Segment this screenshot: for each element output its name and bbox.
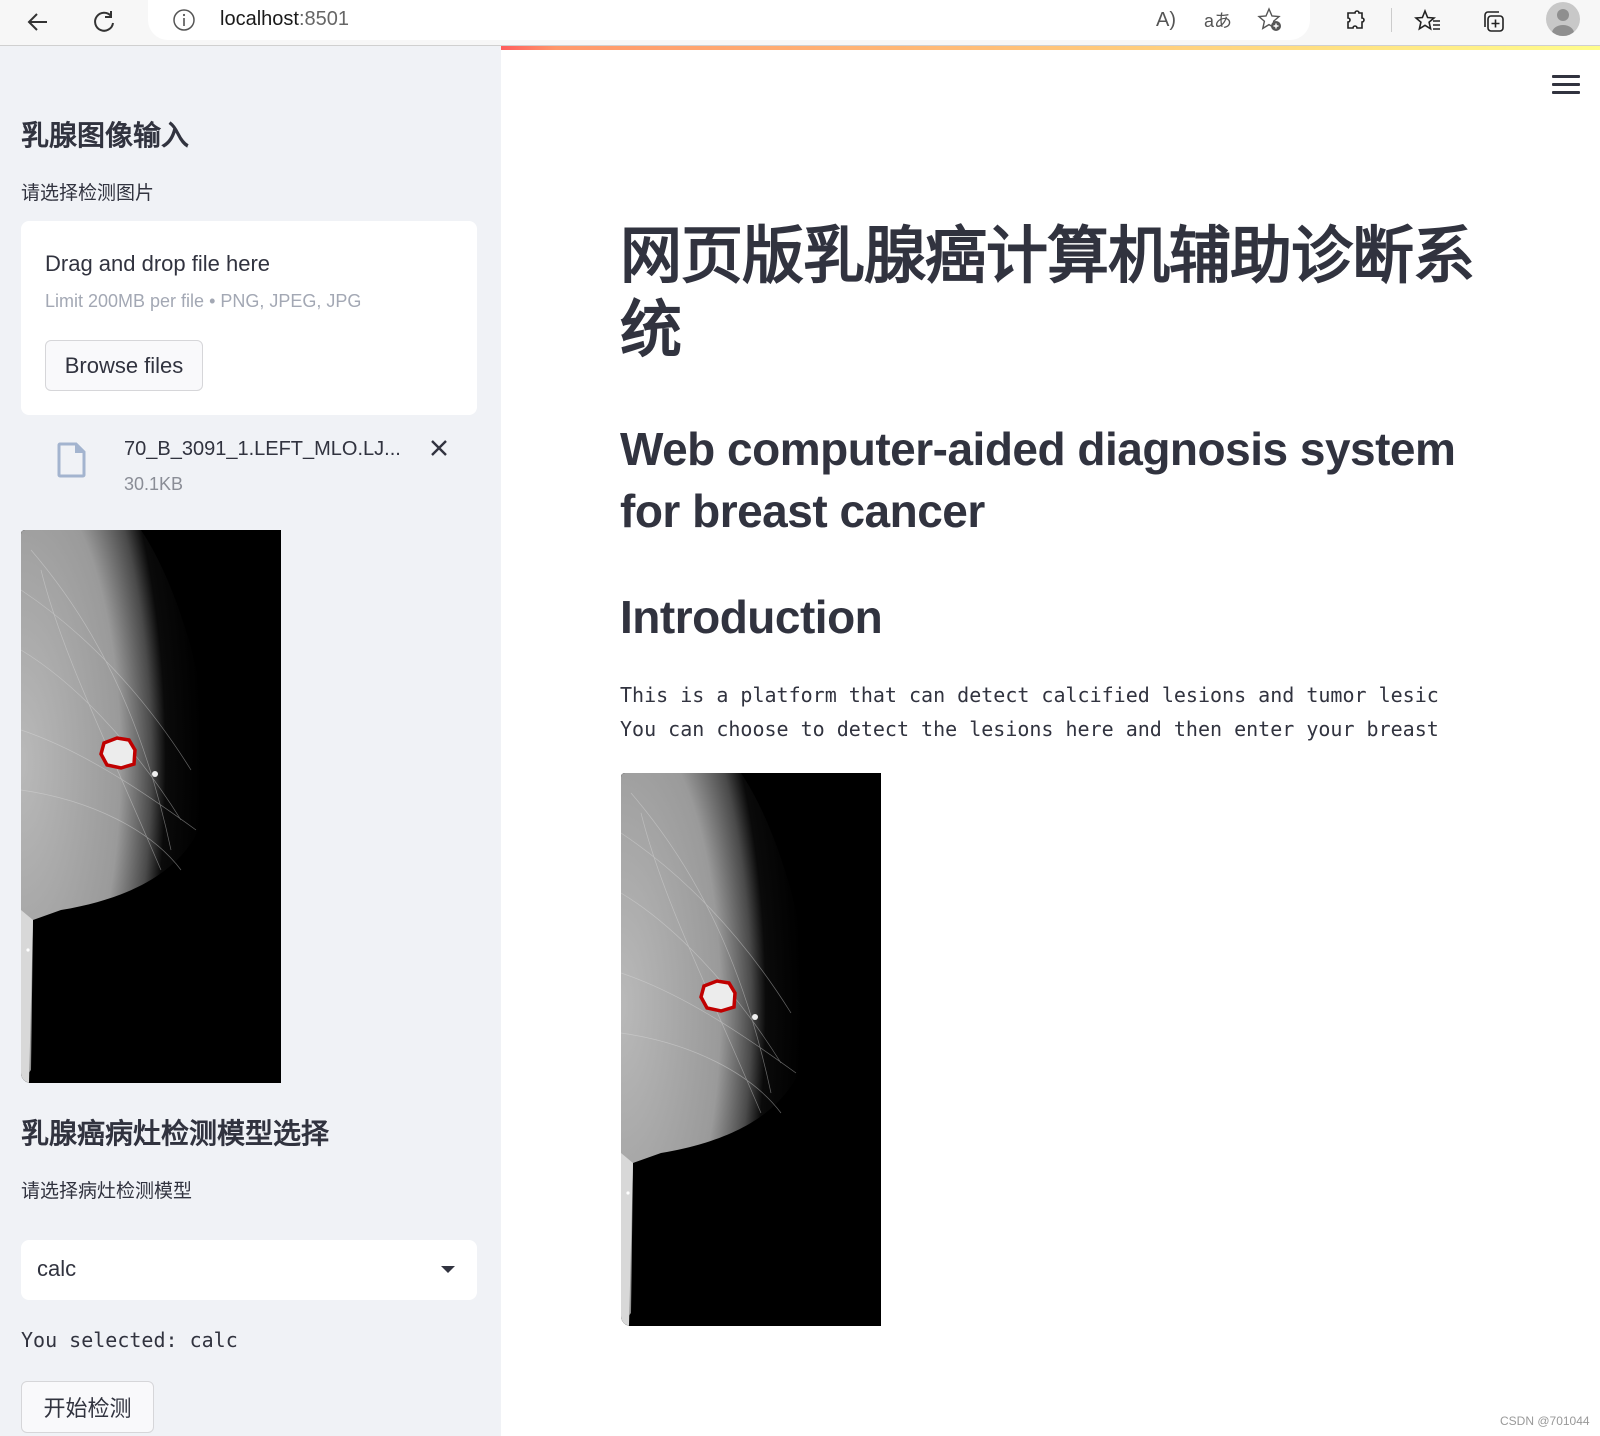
model-select-label: 请选择病灶检测模型 <box>21 1181 193 1202</box>
remove-file-button[interactable] <box>425 434 453 462</box>
dropzone-title: Drag and drop file here <box>45 251 271 276</box>
hamburger-line <box>1552 91 1580 94</box>
chevron-down-icon <box>441 1266 455 1273</box>
translate-icon[interactable]: aあ <box>1204 6 1232 34</box>
reload-icon <box>94 11 114 32</box>
extensions-icon[interactable] <box>1340 6 1372 38</box>
main-mammogram-image <box>621 773 881 1326</box>
toolbar-separator <box>1391 8 1392 32</box>
browse-files-button[interactable]: Browse files <box>45 340 203 391</box>
favorites-icon[interactable] <box>1412 6 1444 38</box>
hamburger-menu-icon <box>1552 75 1580 78</box>
close-icon <box>431 440 447 456</box>
start-detection-button[interactable]: 开始检测 <box>21 1381 154 1433</box>
dropzone-subtitle: Limit 200MB per file • PNG, JPEG, JPG <box>45 291 362 311</box>
profile-avatar-icon[interactable] <box>1546 2 1580 36</box>
introduction-heading: Introduction <box>620 591 883 643</box>
address-bar[interactable]: localhost:8501 A) aあ <box>148 0 1310 40</box>
address-host: localhost <box>220 8 299 30</box>
file-name: 70_B_3091_1.LEFT_MLO.LJ... <box>124 438 401 460</box>
hamburger-line <box>1552 83 1580 86</box>
intro-line: This is a platform that can detect calci… <box>620 683 1439 707</box>
file-dropzone[interactable]: Drag and drop file here Limit 200MB per … <box>21 221 477 415</box>
uploaded-file-item: 70_B_3091_1.LEFT_MLO.LJ... 30.1KB <box>21 430 477 500</box>
file-size: 30.1KB <box>124 474 184 494</box>
lesion-outline <box>99 736 137 770</box>
model-select[interactable]: calc <box>21 1240 477 1300</box>
model-select-value: calc <box>37 1256 77 1281</box>
model-section-heading: 乳腺癌病灶检测模型选择 <box>21 1118 330 1149</box>
page-title-zh: 网页版乳腺癌计算机辅助诊断系统 <box>620 222 1475 365</box>
upload-label: 请选择检测图片 <box>21 183 155 204</box>
collections-icon[interactable] <box>1478 6 1510 38</box>
decoration-bar <box>501 46 1600 50</box>
page-title-en: Web computer-aided diagnosis system for … <box>620 423 1456 537</box>
lesion-outline <box>699 979 737 1013</box>
address-url[interactable]: localhost:8501 <box>220 8 349 31</box>
watermark: CSDN @701044 <box>1500 1414 1590 1428</box>
read-aloud-icon[interactable]: A) <box>1152 6 1180 34</box>
introduction-text: This is a platform that can detect calci… <box>620 678 1478 746</box>
back-arrow-icon <box>27 13 47 31</box>
file-icon <box>57 442 86 478</box>
sidebar-mammogram-image <box>21 530 281 1083</box>
selected-model-text: You selected: calc <box>21 1328 238 1352</box>
browser-toolbar: localhost:8501 A) aあ <box>0 0 1600 46</box>
site-info-icon[interactable] <box>172 8 196 32</box>
reload-button[interactable] <box>86 4 122 40</box>
intro-line: You can choose to detect the lesions her… <box>620 717 1439 741</box>
back-button[interactable] <box>20 4 56 40</box>
upload-section-heading: 乳腺图像输入 <box>21 120 190 151</box>
main-menu-button[interactable] <box>1552 75 1580 99</box>
add-favorite-icon[interactable] <box>1256 6 1284 34</box>
address-port: :8501 <box>298 8 349 30</box>
